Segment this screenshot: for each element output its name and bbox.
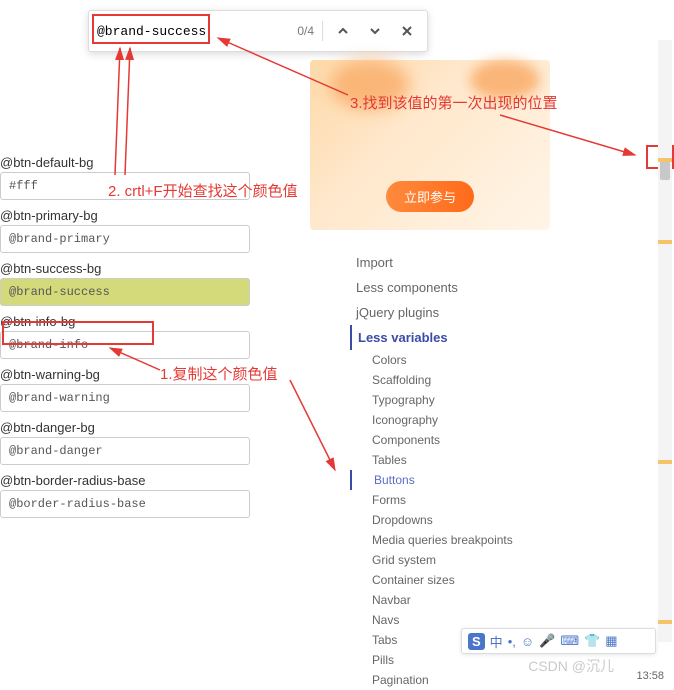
nav-import[interactable]: Import <box>350 250 550 275</box>
field-label: @btn-default-bg <box>0 155 260 170</box>
nav-less-components[interactable]: Less components <box>350 275 550 300</box>
field-btn-success-bg: @btn-success-bg <box>0 261 260 306</box>
field-btn-danger-bg: @btn-danger-bg <box>0 420 260 465</box>
divider <box>322 21 323 41</box>
nav-sub-navs[interactable]: Navs <box>368 610 550 630</box>
find-marker <box>658 460 672 464</box>
nav-sub-typography[interactable]: Typography <box>368 390 550 410</box>
ime-toolbar[interactable]: S 中 •, ☺ 🎤 ⌨ 👕 ▦ <box>461 628 656 654</box>
nav-sub-navbar[interactable]: Navbar <box>368 590 550 610</box>
field-input[interactable] <box>0 384 250 412</box>
ime-keyboard-icon[interactable]: ⌨ <box>560 633 579 649</box>
find-input[interactable] <box>97 24 289 39</box>
nav-sub-buttons[interactable]: Buttons <box>350 470 550 490</box>
clock: 13:58 <box>636 670 664 682</box>
find-marker <box>658 158 672 162</box>
field-btn-border-radius-base: @btn-border-radius-base <box>0 473 260 518</box>
nav-sub-colors[interactable]: Colors <box>368 350 550 370</box>
nav-sub-tables[interactable]: Tables <box>368 450 550 470</box>
field-input[interactable] <box>0 278 250 306</box>
field-btn-default-bg: @btn-default-bg <box>0 155 260 200</box>
ime-punct-icon[interactable]: •, <box>508 634 516 649</box>
nav-sub-pagination[interactable]: Pagination <box>368 670 550 690</box>
sogou-logo-icon: S <box>468 633 485 650</box>
nav-sub-forms[interactable]: Forms <box>368 490 550 510</box>
field-btn-warning-bg: @btn-warning-bg <box>0 367 260 412</box>
field-input[interactable] <box>0 490 250 518</box>
field-input[interactable] <box>0 331 250 359</box>
field-input[interactable] <box>0 437 250 465</box>
ime-skin-icon[interactable]: 👕 <box>584 633 600 649</box>
field-label: @btn-warning-bg <box>0 367 260 382</box>
field-input[interactable] <box>0 225 250 253</box>
ime-emoji-icon[interactable]: ☺ <box>521 634 534 649</box>
find-next-icon[interactable] <box>363 19 387 43</box>
nav-sub-media-queries[interactable]: Media queries breakpoints <box>368 530 550 550</box>
field-btn-info-bg: @btn-info-bg <box>0 314 260 359</box>
nav-less-variables[interactable]: Less variables <box>350 325 550 350</box>
variables-form: @btn-default-bg @btn-primary-bg @btn-suc… <box>0 155 260 526</box>
nav-sub-scaffolding[interactable]: Scaffolding <box>368 370 550 390</box>
ime-mic-icon[interactable]: 🎤 <box>539 633 555 649</box>
field-label: @btn-primary-bg <box>0 208 260 223</box>
field-input[interactable] <box>0 172 250 200</box>
banner-cta-button[interactable]: 立即参与 <box>386 181 474 212</box>
nav-sub-container-sizes[interactable]: Container sizes <box>368 570 550 590</box>
scroll-thumb[interactable] <box>660 160 670 180</box>
field-label: @btn-danger-bg <box>0 420 260 435</box>
ime-menu-icon[interactable]: ▦ <box>605 633 617 649</box>
field-btn-primary-bg: @btn-primary-bg <box>0 208 260 253</box>
field-label: @btn-success-bg <box>0 261 260 276</box>
find-marker <box>658 240 672 244</box>
find-bar[interactable]: 0/4 <box>88 10 428 52</box>
nav-sub-dropdowns[interactable]: Dropdowns <box>368 510 550 530</box>
find-count: 0/4 <box>297 24 314 38</box>
find-prev-icon[interactable] <box>331 19 355 43</box>
nav-sub-iconography[interactable]: Iconography <box>368 410 550 430</box>
doc-nav: Import Less components jQuery plugins Le… <box>350 250 550 690</box>
field-label: @btn-border-radius-base <box>0 473 260 488</box>
nav-sub-components[interactable]: Components <box>368 430 550 450</box>
scrollbar[interactable] <box>658 40 672 642</box>
nav-sub-grid-system[interactable]: Grid system <box>368 550 550 570</box>
ime-lang-icon[interactable]: 中 <box>490 632 503 651</box>
find-close-icon[interactable] <box>395 19 419 43</box>
field-label: @btn-info-bg <box>0 314 260 329</box>
find-marker <box>658 620 672 624</box>
promo-banner: 立即参与 <box>310 60 550 230</box>
nav-jquery-plugins[interactable]: jQuery plugins <box>350 300 550 325</box>
watermark: CSDN @沉儿 <box>528 656 614 676</box>
